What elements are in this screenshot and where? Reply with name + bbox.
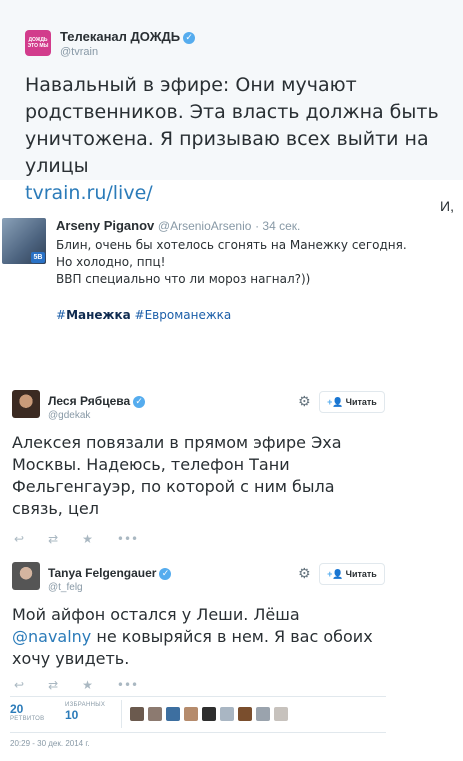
follow-icon: +👤 bbox=[327, 569, 344, 579]
verified-icon: ✓ bbox=[133, 395, 146, 408]
tweet-text: Навальный в эфире: Они мучают родственни… bbox=[25, 72, 455, 207]
reply-icon[interactable]: ↩ bbox=[14, 532, 24, 546]
avatar-tvrain[interactable]: ДОЖДЬ ЭТО МЫ bbox=[25, 30, 51, 56]
author-handle[interactable]: @gdekak bbox=[48, 410, 90, 421]
tweet-text-line: Навальный в эфире: Они мучают bbox=[25, 74, 357, 96]
favoriter-avatar[interactable] bbox=[238, 707, 252, 721]
tweet-text: Мой айфон остался у Леши. Лёша @navalny … bbox=[12, 604, 452, 670]
divider bbox=[10, 696, 386, 697]
author-name[interactable]: Телеканал ДОЖДЬ ✓ bbox=[60, 29, 196, 44]
stray-text: И, bbox=[440, 198, 454, 214]
author-handle[interactable]: @t_felg bbox=[48, 582, 83, 593]
retweet-icon[interactable]: ⇄ bbox=[48, 532, 58, 546]
hashtag-text: Манежка bbox=[66, 308, 131, 322]
retweet-icon[interactable]: ⇄ bbox=[48, 678, 58, 692]
tweet-text: Блин, очень бы хотелось сгонять на Манеж… bbox=[56, 237, 456, 288]
favoriter-avatar[interactable] bbox=[184, 707, 198, 721]
author-name[interactable]: Tanya Felgengauer ✓ bbox=[48, 566, 172, 580]
tweet-text-line: Блин, очень бы хотелось сгонять на Манеж… bbox=[56, 238, 407, 252]
favoriter-avatar[interactable] bbox=[274, 707, 288, 721]
tweet-text-line: Алексея повязали в прямом эфире Эха bbox=[12, 433, 342, 452]
more-icon[interactable]: ••• bbox=[117, 532, 138, 546]
hashtag-euromanezhka[interactable]: #Евроманежка bbox=[135, 308, 232, 322]
avatar-badge: 5B bbox=[31, 252, 45, 263]
tweet-text-line: @navalny не ковыряйся в нем. Я вас обоих bbox=[12, 626, 452, 648]
favorite-icon[interactable]: ★ bbox=[82, 678, 93, 692]
author-name-text: Телеканал ДОЖДЬ bbox=[60, 29, 181, 44]
tweet-text-line: Фельгенгауэр, по которой с ним была bbox=[12, 477, 335, 496]
reply-icon[interactable]: ↩ bbox=[14, 678, 24, 692]
retweets-label: РЕТВИТОВ bbox=[10, 716, 45, 722]
favoriter-avatar[interactable] bbox=[166, 707, 180, 721]
tweet-text-fragment: не ковыряйся в нем. Я вас обоих bbox=[91, 627, 373, 646]
tweet-time[interactable]: · 34 сек. bbox=[255, 219, 300, 233]
verified-icon: ✓ bbox=[159, 567, 172, 580]
favoriter-avatar[interactable] bbox=[130, 707, 144, 721]
verified-icon: ✓ bbox=[183, 31, 196, 44]
tweet-text-line: Москвы. Надеюсь, телефон Тани bbox=[12, 455, 290, 474]
avatar-tanya[interactable] bbox=[12, 562, 40, 590]
favorite-icon[interactable]: ★ bbox=[82, 532, 93, 546]
gear-icon[interactable]: ⚙ bbox=[298, 566, 311, 582]
favoriter-avatar[interactable] bbox=[256, 707, 270, 721]
tweet-text-line: хочу увидеть. bbox=[12, 649, 130, 668]
author-handle[interactable]: @ArsenioArsenio bbox=[158, 219, 252, 233]
tweet-link[interactable]: tvrain.ru/live/ bbox=[25, 180, 455, 207]
author-handle[interactable]: @tvrain bbox=[60, 46, 98, 58]
follow-button[interactable]: +👤 Читать bbox=[319, 563, 385, 585]
mention-navalny[interactable]: @navalny bbox=[12, 627, 91, 646]
retweets-count: 20 bbox=[10, 702, 24, 716]
hashtags: #Манежка #Евроманежка bbox=[56, 308, 231, 322]
favorites-count: 10 bbox=[65, 708, 79, 722]
tweet-text-line: связь, цел bbox=[12, 499, 99, 518]
tweet-actions: ↩ ⇄ ★ ••• bbox=[14, 530, 162, 548]
tweet-text: Алексея повязали в прямом эфире Эха Моск… bbox=[12, 432, 452, 520]
tweet-actions: ↩ ⇄ ★ ••• bbox=[14, 676, 162, 694]
favorites-stat[interactable]: ИЗБРАННЫХ 10 bbox=[65, 702, 105, 722]
follow-button[interactable]: +👤 Читать bbox=[319, 391, 385, 413]
tweet-text-line: уничтожена. Я призываю всех выйти на ули… bbox=[25, 128, 429, 177]
gear-icon[interactable]: ⚙ bbox=[298, 394, 311, 410]
tweet-card-tvrain: ДОЖДЬ ЭТО МЫ Телеканал ДОЖДЬ ✓ @tvrain На… bbox=[0, 0, 463, 204]
author-name[interactable]: Arseny Piganov bbox=[56, 218, 154, 233]
follow-icon: +👤 bbox=[327, 397, 344, 407]
favoriter-avatar[interactable] bbox=[202, 707, 216, 721]
tweet-text-line: родственников. Эта власть должна быть bbox=[25, 101, 439, 123]
tweet-date[interactable]: 20:29 - 30 дек. 2014 г. bbox=[10, 739, 90, 748]
follow-label: Читать bbox=[345, 569, 377, 579]
avatar-lesya[interactable] bbox=[12, 390, 40, 418]
stats-divider bbox=[121, 700, 122, 728]
hash-symbol: # bbox=[56, 308, 67, 322]
hashtag-manezhka[interactable]: #Манежка bbox=[56, 308, 131, 322]
avatar-logo-text: ДОЖДЬ ЭТО МЫ bbox=[27, 37, 49, 49]
author-name-text: Леся Рябцева bbox=[48, 394, 131, 408]
more-icon[interactable]: ••• bbox=[117, 678, 138, 692]
author-line: Arseny Piganov @ArsenioArsenio · 34 сек. bbox=[56, 218, 300, 233]
divider bbox=[10, 732, 386, 733]
favoriter-avatars bbox=[130, 707, 292, 726]
retweets-stat[interactable]: 20 РЕТВИТОВ bbox=[10, 702, 44, 722]
tweet-text-line: ВВП специально что ли мороз нагнал?)) bbox=[56, 272, 311, 286]
follow-label: Читать bbox=[345, 397, 377, 407]
author-name-text: Tanya Felgengauer bbox=[48, 566, 157, 580]
favoriter-avatar[interactable] bbox=[220, 707, 234, 721]
tweet-text-line: Но холодно, ппц! bbox=[56, 255, 166, 269]
tweet-text-line: Мой айфон остался у Леши. Лёша bbox=[12, 605, 300, 624]
favoriter-avatar[interactable] bbox=[148, 707, 162, 721]
author-name[interactable]: Леся Рябцева ✓ bbox=[48, 394, 146, 408]
avatar-arseny[interactable]: 5B bbox=[2, 218, 46, 264]
